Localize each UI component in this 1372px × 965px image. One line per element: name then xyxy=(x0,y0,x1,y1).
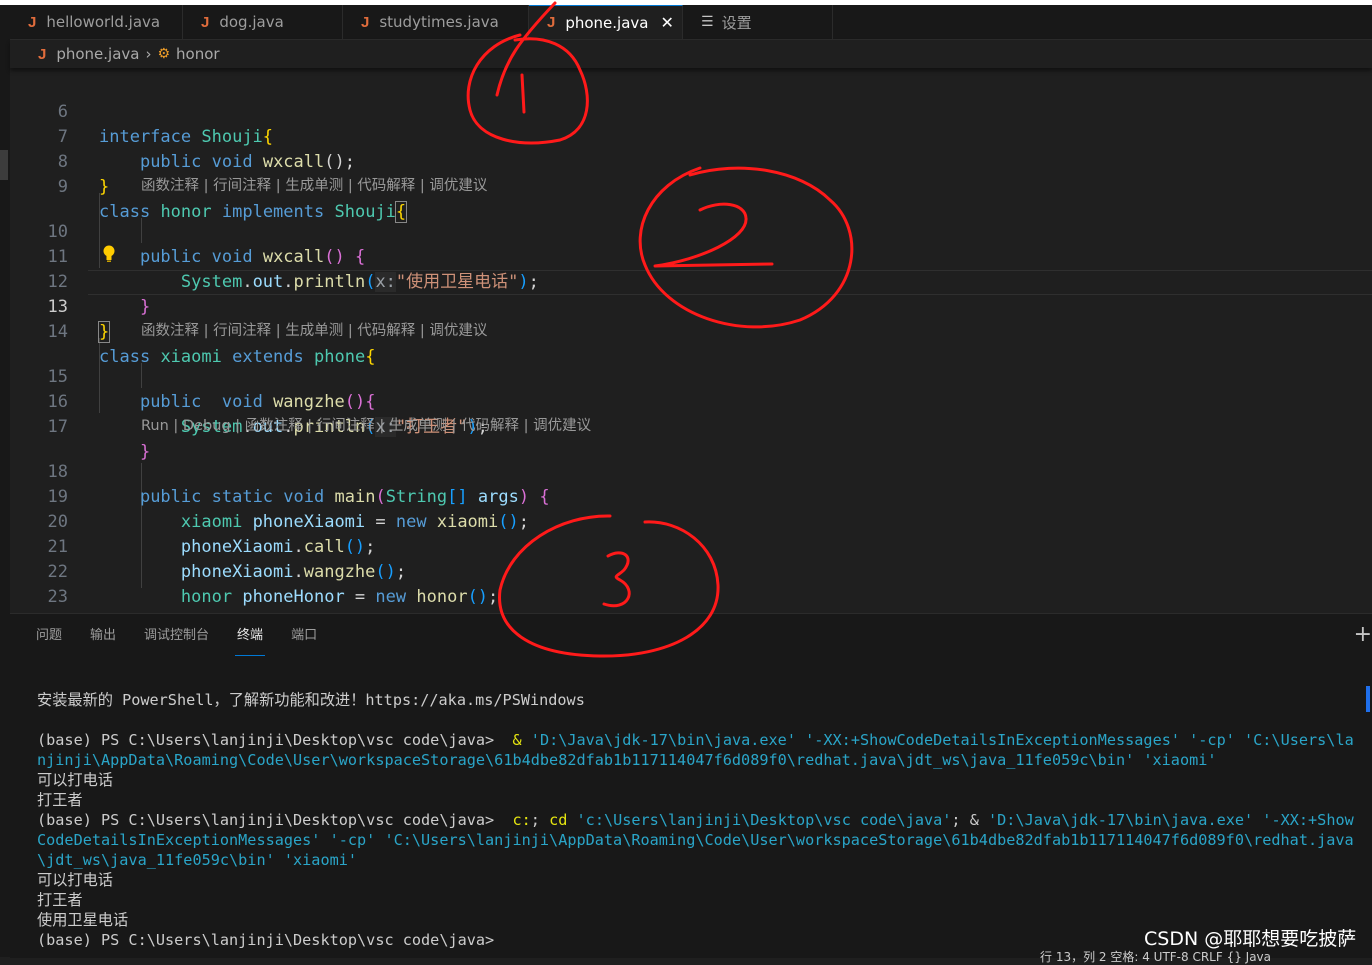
tab-terminal[interactable]: 终端 xyxy=(223,614,277,656)
code-line[interactable]: 12 } xyxy=(10,245,1372,317)
tab-label: phone.java xyxy=(565,13,649,32)
tab-studytimes[interactable]: J studytimes.java xyxy=(343,5,529,39)
code-lens[interactable]: Run | Debug | 函数注释 | 行间注释 | 生成单测 | 代码解释 … xyxy=(141,416,591,436)
terminal-line: 可以打电话 xyxy=(37,771,113,789)
terminal-line: (base) PS C:\Users\lanjinji\Desktop\vsc … xyxy=(37,811,1354,829)
breadcrumb-file[interactable]: phone.java xyxy=(56,45,139,63)
code-line[interactable]: 7 public void wxcall(); xyxy=(10,100,1372,172)
code-line[interactable]: 16 System.out.println(x:"打王者"); xyxy=(10,365,1372,437)
tab-output[interactable]: 输出 xyxy=(76,614,130,654)
tab-label: helloworld.java xyxy=(46,13,161,31)
tab-settings[interactable]: ☰ 设置 xyxy=(683,5,833,39)
code-line[interactable]: 11 System.out.println(x:"使用卫星电话"); xyxy=(10,220,1372,292)
watermark: CSDN @耶耶想要吃披萨 xyxy=(1144,928,1357,950)
java-file-icon: J xyxy=(361,13,370,31)
terminal-line: 安装最新的 PowerShell，了解新功能和改进！https://aka.ms… xyxy=(37,691,585,709)
tab-label: 设置 xyxy=(721,13,752,32)
code-lens[interactable]: 函数注释 | 行间注释 | 生成单测 | 代码解释 | 调优建议 xyxy=(141,176,487,196)
bottom-panel: 问题 输出 调试控制台 终端 端口 + 安装最新的 PowerShell，了解新… xyxy=(10,613,1372,958)
java-file-icon: J xyxy=(201,13,210,31)
terminal-line: CodeDetailsInExceptionMessages' '-cp' 'C… xyxy=(37,831,1354,849)
java-file-icon: J xyxy=(38,45,47,63)
code-line[interactable]: 21 phoneXiaomi.wangzhe(); xyxy=(10,510,1372,582)
java-file-icon: J xyxy=(547,14,556,31)
terminal-line: njinji\AppData\Roaming\Code\User\workspa… xyxy=(37,751,1217,769)
settings-icon: ☰ xyxy=(701,14,714,30)
close-icon[interactable]: ✕ xyxy=(660,13,673,32)
terminal-line: 打王者 xyxy=(37,891,83,909)
code-line[interactable]: 20 phoneXiaomi.call(); xyxy=(10,485,1372,557)
panel-tabs: 问题 输出 调试控制台 终端 端口 xyxy=(10,614,331,656)
editor-tab-bar: J helloworld.java J dog.java J studytime… xyxy=(10,5,1372,40)
code-line[interactable]: 19 xiaomi phoneXiaomi = new xiaomi(); xyxy=(10,460,1372,532)
tab-label: studytimes.java xyxy=(379,13,499,31)
tab-debug-console[interactable]: 调试控制台 xyxy=(130,614,223,654)
code-line[interactable]: 14 class xiaomi extends phone{ xyxy=(10,295,1372,367)
class-icon: ⚙ xyxy=(157,46,171,62)
code-line[interactable]: 13 } xyxy=(10,270,1372,343)
terminal-line: (base) PS C:\Users\lanjinji\Desktop\vsc … xyxy=(37,731,1354,749)
code-line[interactable]: 17 } xyxy=(10,390,1372,462)
tab-helloworld[interactable]: J helloworld.java xyxy=(10,5,183,39)
code-line[interactable]: 10 public void wxcall() { xyxy=(10,195,1372,267)
lightbulb-icon[interactable] xyxy=(102,245,116,263)
terminal-line: \jdt_ws\java_11fe059c\bin' 'xiaomi' xyxy=(37,851,358,869)
tab-problems[interactable]: 问题 xyxy=(22,614,76,654)
tab-dog[interactable]: J dog.java xyxy=(183,5,343,39)
terminal-line: 打王者 xyxy=(37,791,83,809)
activity-bar-edge xyxy=(0,5,10,957)
add-terminal-icon[interactable]: + xyxy=(1354,622,1372,647)
code-lens[interactable]: 函数注释 | 行间注释 | 生成单测 | 代码解释 | 调优建议 xyxy=(141,321,487,341)
code-line[interactable]: 9 class honor implements Shouji{ xyxy=(10,150,1372,223)
terminal-scrollbar[interactable] xyxy=(1366,686,1370,712)
code-line[interactable]: 15 public void wangzhe(){ xyxy=(10,340,1372,412)
java-file-icon: J xyxy=(28,13,37,31)
tab-label: dog.java xyxy=(219,13,284,31)
code-line[interactable]: 22 honor phoneHonor = new honor(); xyxy=(10,535,1372,607)
code-line[interactable]: 6 interface Shouji{ xyxy=(10,75,1372,147)
code-line[interactable]: 18 public static void main(String[] args… xyxy=(10,435,1372,507)
tab-ports[interactable]: 端口 xyxy=(277,614,331,654)
code-editor[interactable]: 6 interface Shouji{ 7 public void wxcall… xyxy=(10,68,1372,613)
code-line[interactable]: 23 phoneHonor.wxcall(); xyxy=(10,560,1372,613)
tab-phone[interactable]: J phone.java ✕ xyxy=(529,5,683,39)
breadcrumb-symbol[interactable]: honor xyxy=(176,45,220,63)
code-line[interactable]: 8 } xyxy=(10,125,1372,197)
terminal-output[interactable]: 安装最新的 PowerShell，了解新功能和改进！https://aka.ms… xyxy=(37,690,1354,950)
chevron-right-icon: › xyxy=(145,45,152,63)
scroll-marker xyxy=(0,150,8,180)
code-line[interactable]: 24 } xyxy=(10,585,1372,613)
breadcrumb: J phone.java › ⚙ honor xyxy=(10,40,1372,68)
terminal-line: 可以打电话 xyxy=(37,871,113,889)
